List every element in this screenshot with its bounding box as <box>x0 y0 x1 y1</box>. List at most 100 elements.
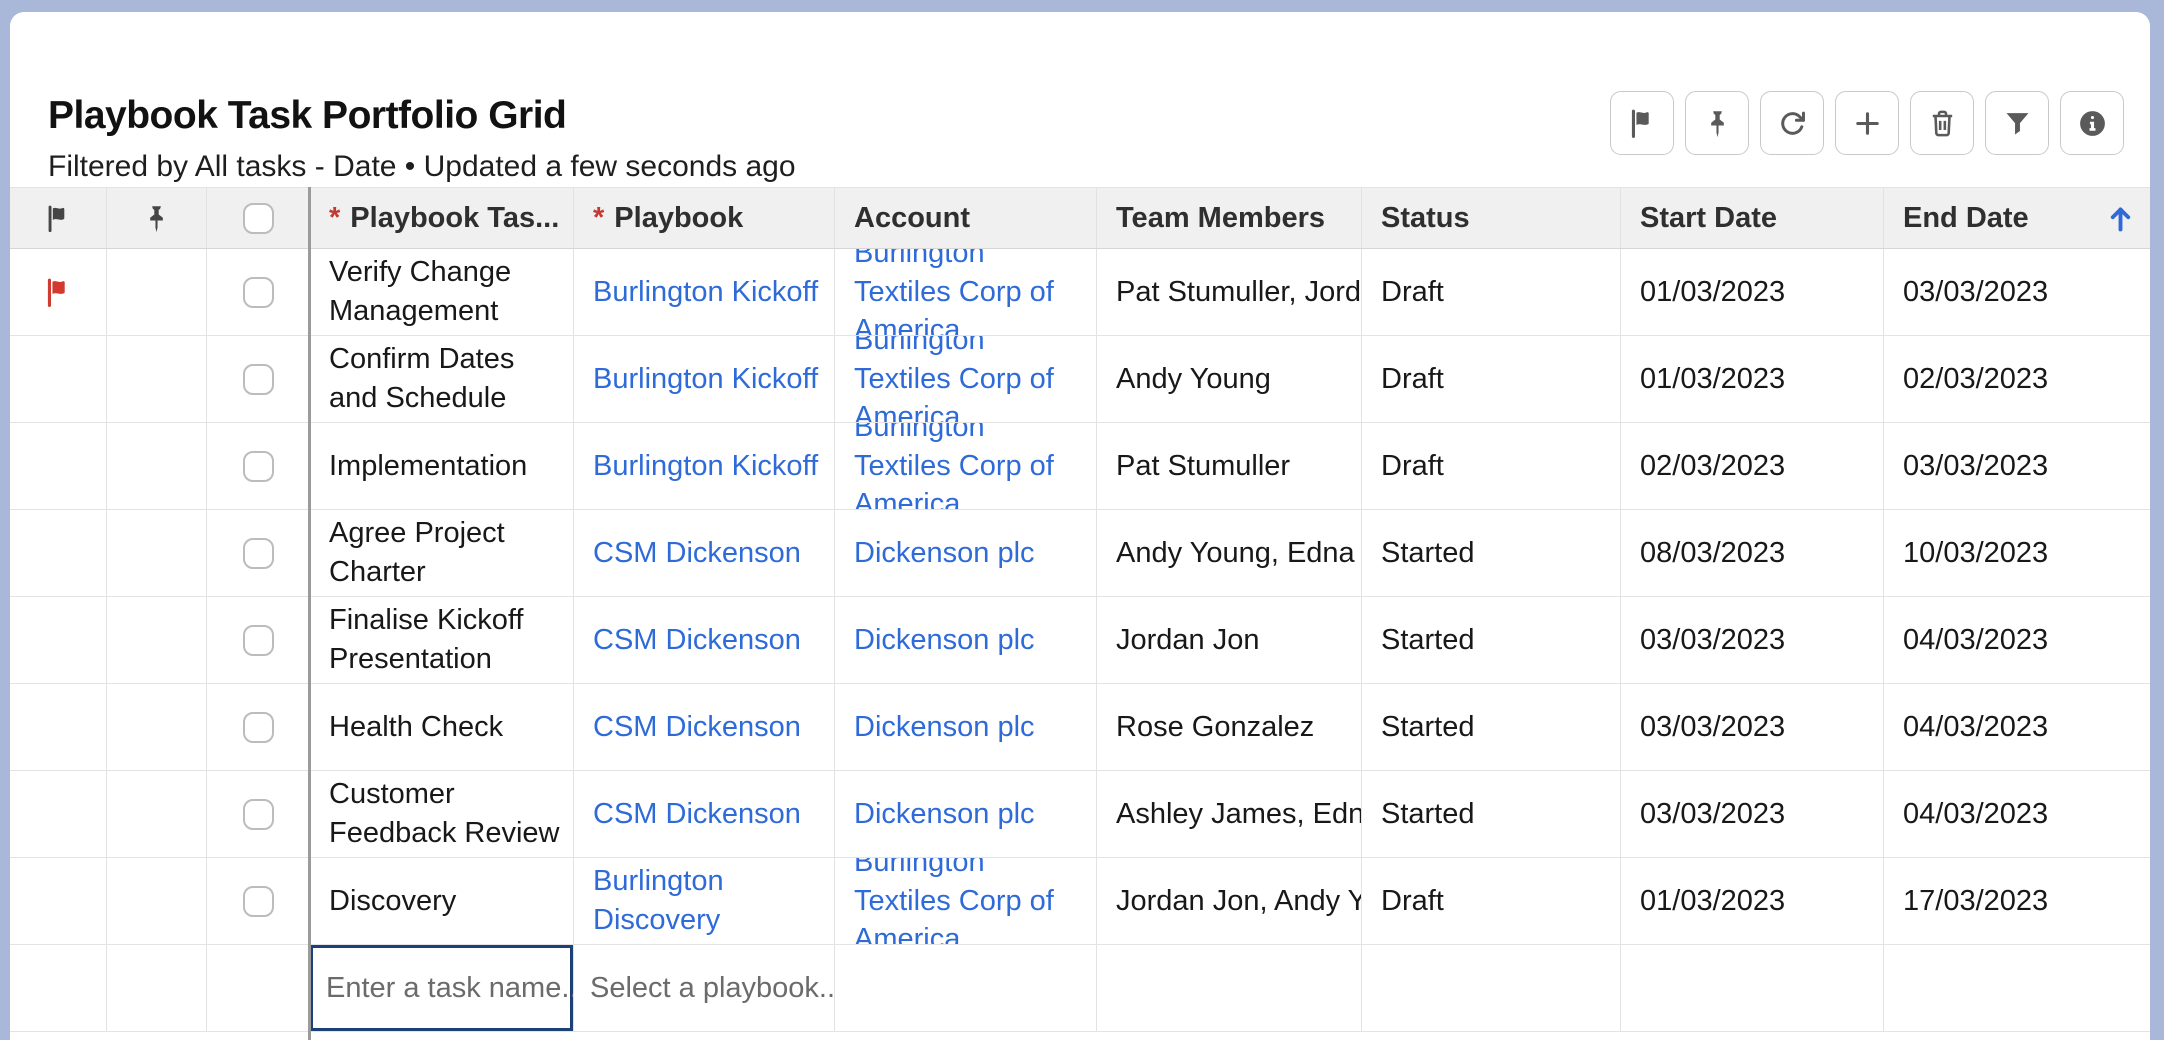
column-header-start-date[interactable]: Start Date <box>1621 188 1884 248</box>
filter-button[interactable] <box>1985 91 2049 155</box>
status-cell[interactable]: Draft <box>1362 249 1621 335</box>
start-date-cell[interactable]: 01/03/2023 <box>1621 249 1884 335</box>
add-row-button[interactable] <box>1835 91 1899 155</box>
playbook-cell[interactable]: Burlington Kickoff <box>574 336 835 422</box>
row-checkbox[interactable] <box>243 277 274 308</box>
column-header-playbook[interactable]: * Playbook <box>574 188 835 248</box>
account-cell[interactable]: Dickenson plc <box>835 771 1097 857</box>
account-link[interactable]: Burlington Textiles Corp of America <box>854 423 1086 509</box>
row-pin-cell[interactable] <box>107 858 207 944</box>
task-name-cell[interactable]: Customer Feedback Review <box>310 771 574 857</box>
status-cell[interactable]: Started <box>1362 597 1621 683</box>
account-cell[interactable]: Burlington Textiles Corp of America <box>835 423 1097 509</box>
column-header-status[interactable]: Status <box>1362 188 1621 248</box>
row-select-cell[interactable] <box>207 858 310 944</box>
task-name-cell[interactable]: Verify Change Management <box>310 249 574 335</box>
status-cell[interactable]: Started <box>1362 684 1621 770</box>
playbook-link[interactable]: CSM Dickenson <box>593 534 801 573</box>
flag-column-header[interactable] <box>10 188 107 248</box>
start-date-cell[interactable]: 03/03/2023 <box>1621 684 1884 770</box>
account-cell[interactable]: Burlington Textiles Corp of America <box>835 858 1097 944</box>
start-date-cell[interactable]: 08/03/2023 <box>1621 510 1884 596</box>
row-flag-cell[interactable] <box>10 771 107 857</box>
row-checkbox[interactable] <box>243 364 274 395</box>
team-members-cell[interactable]: Ashley James, Edna <box>1097 771 1362 857</box>
row-flag-cell[interactable] <box>10 597 107 683</box>
account-cell[interactable]: Burlington Textiles Corp of America <box>835 336 1097 422</box>
entry-playbook-cell[interactable] <box>574 945 835 1031</box>
status-cell[interactable]: Draft <box>1362 423 1621 509</box>
status-cell[interactable]: Draft <box>1362 858 1621 944</box>
column-header-team-members[interactable]: Team Members <box>1097 188 1362 248</box>
row-select-cell[interactable] <box>207 249 310 335</box>
team-members-cell[interactable]: Pat Stumuller, Jorda <box>1097 249 1362 335</box>
end-date-cell[interactable]: 17/03/2023 <box>1884 858 2150 944</box>
row-flag-cell[interactable] <box>10 510 107 596</box>
task-name-cell[interactable]: Agree Project Charter <box>310 510 574 596</box>
row-select-cell[interactable] <box>207 684 310 770</box>
start-date-cell[interactable]: 01/03/2023 <box>1621 336 1884 422</box>
playbook-cell[interactable]: Burlington Kickoff <box>574 423 835 509</box>
task-name-cell[interactable]: Discovery <box>310 858 574 944</box>
row-pin-cell[interactable] <box>107 771 207 857</box>
row-flag-cell[interactable] <box>10 336 107 422</box>
row-pin-cell[interactable] <box>107 249 207 335</box>
playbook-cell[interactable]: Burlington Discovery <box>574 858 835 944</box>
playbook-link[interactable]: Burlington Kickoff <box>593 447 818 486</box>
pin-button[interactable] <box>1685 91 1749 155</box>
account-cell[interactable]: Dickenson plc <box>835 684 1097 770</box>
team-members-cell[interactable]: Jordan Jon, Andy Yo <box>1097 858 1362 944</box>
select-playbook-input[interactable] <box>574 945 834 1031</box>
start-date-cell[interactable]: 03/03/2023 <box>1621 597 1884 683</box>
account-cell[interactable]: Dickenson plc <box>835 597 1097 683</box>
playbook-cell[interactable]: CSM Dickenson <box>574 597 835 683</box>
task-name-cell[interactable]: Implementation <box>310 423 574 509</box>
new-task-name-input[interactable] <box>310 945 573 1031</box>
row-flag-cell[interactable] <box>10 423 107 509</box>
row-select-cell[interactable] <box>207 771 310 857</box>
task-name-cell[interactable]: Finalise Kickoff Presentation <box>310 597 574 683</box>
row-select-cell[interactable] <box>207 423 310 509</box>
row-flag-cell[interactable] <box>10 684 107 770</box>
status-cell[interactable]: Started <box>1362 771 1621 857</box>
playbook-link[interactable]: Burlington Discovery <box>593 862 824 939</box>
row-pin-cell[interactable] <box>107 684 207 770</box>
account-link[interactable]: Burlington Textiles Corp of America <box>854 249 1086 335</box>
account-link[interactable]: Burlington Textiles Corp of America <box>854 336 1086 422</box>
select-all-header[interactable] <box>207 188 310 248</box>
account-link[interactable]: Dickenson plc <box>854 795 1035 834</box>
row-flag-cell[interactable] <box>10 858 107 944</box>
start-date-cell[interactable]: 02/03/2023 <box>1621 423 1884 509</box>
playbook-cell[interactable]: Burlington Kickoff <box>574 249 835 335</box>
playbook-cell[interactable]: CSM Dickenson <box>574 684 835 770</box>
refresh-button[interactable] <box>1760 91 1824 155</box>
select-all-checkbox[interactable] <box>243 203 274 234</box>
row-checkbox[interactable] <box>243 538 274 569</box>
row-checkbox[interactable] <box>243 451 274 482</box>
team-members-cell[interactable]: Pat Stumuller <box>1097 423 1362 509</box>
flag-button[interactable] <box>1610 91 1674 155</box>
column-header-end-date[interactable]: End Date <box>1884 188 2150 248</box>
account-link[interactable]: Dickenson plc <box>854 708 1035 747</box>
account-cell[interactable]: Burlington Textiles Corp of America <box>835 249 1097 335</box>
column-header-task[interactable]: * Playbook Tas... <box>310 188 574 248</box>
account-link[interactable]: Dickenson plc <box>854 621 1035 660</box>
account-link[interactable]: Burlington Textiles Corp of America <box>854 858 1086 944</box>
info-button[interactable] <box>2060 91 2124 155</box>
playbook-cell[interactable]: CSM Dickenson <box>574 771 835 857</box>
playbook-cell[interactable]: CSM Dickenson <box>574 510 835 596</box>
end-date-cell[interactable]: 04/03/2023 <box>1884 684 2150 770</box>
task-name-cell[interactable]: Health Check <box>310 684 574 770</box>
task-name-cell[interactable]: Confirm Dates and Schedule <box>310 336 574 422</box>
end-date-cell[interactable]: 03/03/2023 <box>1884 423 2150 509</box>
row-checkbox[interactable] <box>243 625 274 656</box>
start-date-cell[interactable]: 03/03/2023 <box>1621 771 1884 857</box>
row-select-cell[interactable] <box>207 336 310 422</box>
row-pin-cell[interactable] <box>107 510 207 596</box>
team-members-cell[interactable]: Jordan Jon <box>1097 597 1362 683</box>
row-pin-cell[interactable] <box>107 597 207 683</box>
team-members-cell[interactable]: Andy Young, Edna Fr <box>1097 510 1362 596</box>
status-cell[interactable]: Started <box>1362 510 1621 596</box>
end-date-cell[interactable]: 03/03/2023 <box>1884 249 2150 335</box>
end-date-cell[interactable]: 02/03/2023 <box>1884 336 2150 422</box>
